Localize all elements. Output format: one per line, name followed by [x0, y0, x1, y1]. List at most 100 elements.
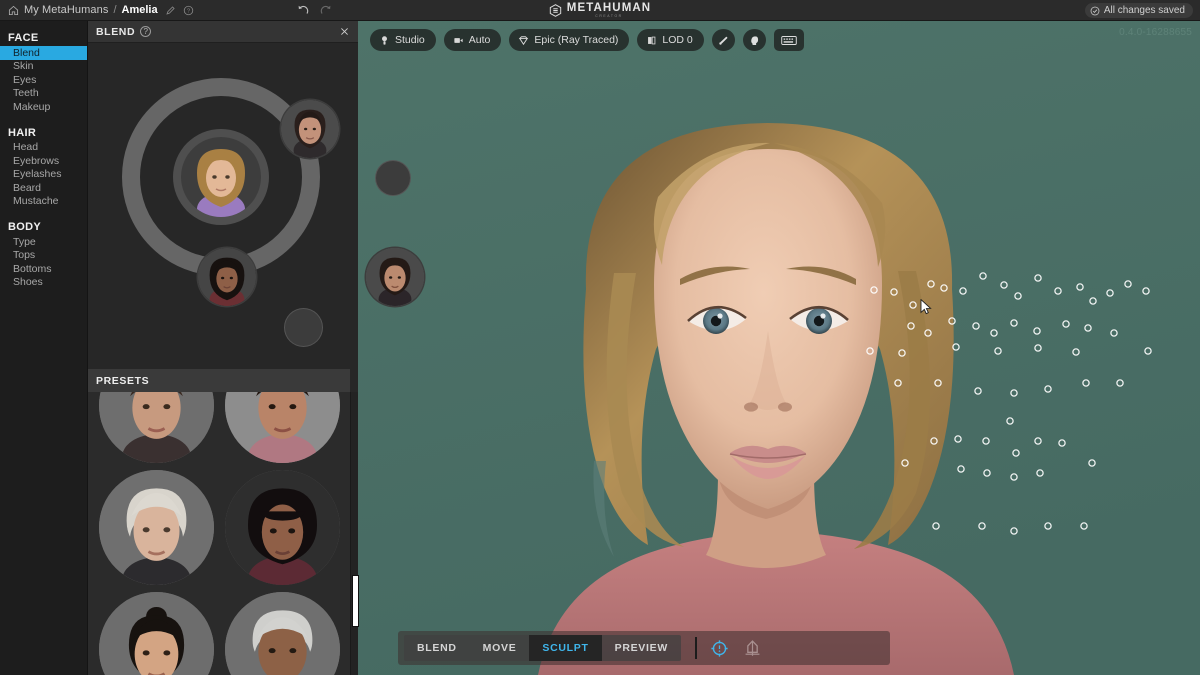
character-render: [358, 21, 1200, 675]
mode-toolbar: BLEND MOVE SCULPT PREVIEW: [398, 631, 890, 665]
blend-slot-upper-right-empty[interactable]: [376, 161, 410, 195]
save-status-text: All changes saved: [1103, 5, 1185, 16]
face-thumbnail-icon: [98, 591, 214, 675]
camera-mode-label: Auto: [468, 34, 491, 46]
lighting-preset-label: Studio: [395, 34, 425, 46]
blend-center-slot[interactable]: [173, 129, 269, 225]
blend-slot-top[interactable]: [281, 100, 339, 158]
blend-slot-bottom-empty[interactable]: [284, 309, 322, 346]
metahuman-creator-app: My MetaHumans / Amelia ? METAHUMAN CREAT…: [0, 0, 1200, 675]
hexagon-logo-icon: [549, 4, 561, 17]
sidebar-item-teeth[interactable]: Teeth: [0, 87, 87, 101]
check-circle-icon: [1090, 6, 1100, 15]
sidebar-item-mustache[interactable]: Mustache: [0, 195, 87, 209]
head-profile-icon: [751, 35, 758, 45]
preset-item[interactable]: [98, 466, 214, 588]
blend-slot-lower-right[interactable]: [366, 248, 424, 306]
quality-preset-label: Epic (Ray Traced): [534, 34, 619, 46]
sidebar-item-blend[interactable]: Blend: [0, 46, 87, 60]
blend-slot-thumbnail: [366, 248, 424, 306]
sidebar-group-hair: HAIR Head Eyebrows Eyelashes Beard Musta…: [0, 127, 87, 209]
face-thumbnail-icon: [198, 248, 256, 306]
home-icon[interactable]: [8, 5, 19, 16]
breadcrumb-root[interactable]: My MetaHumans: [24, 4, 108, 16]
lighting-preset-button[interactable]: Studio: [370, 29, 436, 51]
face-thumbnail-icon: [224, 392, 340, 463]
preset-thumbnail[interactable]: [98, 392, 214, 463]
sidebar-group-body: BODY Type Tops Bottoms Shoes: [0, 221, 87, 289]
tab-sculpt[interactable]: SCULPT: [529, 635, 602, 661]
tab-preview[interactable]: PREVIEW: [601, 635, 681, 661]
sidebar-item-head[interactable]: Head: [0, 141, 87, 155]
top-bar: My MetaHumans / Amelia ? METAHUMAN CREAT…: [0, 0, 1200, 21]
close-x-icon[interactable]: [339, 26, 350, 37]
sidebar-item-eyelashes[interactable]: Eyelashes: [0, 168, 87, 182]
preset-item[interactable]: [224, 466, 340, 588]
status-badge: All changes saved: [1084, 3, 1193, 18]
preset-thumbnail[interactable]: [224, 392, 340, 463]
symmetry-icon[interactable]: [743, 639, 762, 658]
preset-item[interactable]: [224, 588, 340, 675]
preset-thumbnail[interactable]: [224, 591, 340, 675]
presets-scrollbar-thumb[interactable]: [352, 575, 359, 627]
help-circle-icon[interactable]: ?: [140, 26, 152, 37]
3d-viewport[interactable]: 0.4.0-16288655 Studio Auto Epic (Ray Tra…: [358, 21, 1200, 675]
face-thumbnail-icon: [98, 392, 214, 463]
gizmo-target-icon[interactable]: [710, 639, 729, 658]
mode-tab-group: BLEND MOVE SCULPT PREVIEW: [404, 635, 681, 661]
quality-preset-button[interactable]: Epic (Ray Traced): [509, 29, 630, 51]
sidebar-item-tops[interactable]: Tops: [0, 249, 87, 263]
mouse-pointer: [920, 299, 932, 315]
sidebar: FACE Blend Skin Eyes Teeth Makeup HAIR H…: [0, 21, 88, 675]
presets-list[interactable]: [88, 392, 350, 675]
camera-icon: [454, 37, 463, 43]
preset-item[interactable]: [98, 392, 214, 466]
brush-tool-button[interactable]: [711, 29, 735, 51]
breadcrumb: My MetaHumans / Amelia ?: [0, 4, 194, 16]
presets-scrollbar-track[interactable]: [350, 392, 359, 675]
viewport-toolbar: Studio Auto Epic (Ray Traced) LOD 0: [370, 29, 804, 51]
head-view-button[interactable]: [742, 29, 766, 51]
keyboard-shortcuts-button[interactable]: [773, 29, 804, 51]
redo-arrow-icon[interactable]: [319, 3, 333, 17]
pencil-icon[interactable]: [165, 5, 176, 16]
lod-button[interactable]: LOD 0: [637, 29, 704, 51]
preset-thumbnail[interactable]: [224, 469, 340, 585]
diamond-icon: [519, 35, 529, 45]
sidebar-group-title: HAIR: [8, 126, 37, 139]
blend-wheel[interactable]: [88, 43, 424, 348]
undo-redo-group: [296, 3, 333, 17]
help-circle-icon[interactable]: ?: [183, 5, 194, 16]
blend-slot-thumbnail: [281, 100, 339, 158]
sidebar-item-eyebrows[interactable]: Eyebrows: [0, 154, 87, 168]
version-label: 0.4.0-16288655: [1119, 27, 1192, 38]
preset-thumbnail[interactable]: [98, 591, 214, 675]
undo-arrow-icon[interactable]: [296, 3, 310, 17]
face-thumbnail-icon: [181, 137, 261, 217]
sidebar-item-bottoms[interactable]: Bottoms: [0, 262, 87, 276]
sidebar-item-type[interactable]: Type: [0, 235, 87, 249]
logo-subtitle: CREATOR: [595, 14, 623, 19]
sidebar-item-makeup[interactable]: Makeup: [0, 100, 87, 114]
svg-text:?: ?: [186, 8, 189, 14]
sidebar-item-beard[interactable]: Beard: [0, 181, 87, 195]
sidebar-item-eyes[interactable]: Eyes: [0, 73, 87, 87]
current-blend-result-thumbnail: [181, 137, 261, 217]
sidebar-item-skin[interactable]: Skin: [0, 60, 87, 74]
lod-label: LOD 0: [662, 34, 693, 46]
preset-thumbnail[interactable]: [98, 469, 214, 585]
sidebar-item-shoes[interactable]: Shoes: [0, 276, 87, 290]
preset-item[interactable]: [224, 392, 340, 466]
face-thumbnail-icon: [224, 469, 340, 585]
layers-icon: [648, 36, 656, 44]
sidebar-group-title: BODY: [8, 221, 41, 233]
sidebar-group-face: FACE Blend Skin Eyes Teeth Makeup: [0, 32, 87, 114]
preset-item[interactable]: [98, 588, 214, 675]
face-thumbnail-icon: [98, 469, 214, 585]
blend-slot-lower-left[interactable]: [198, 248, 256, 306]
camera-mode-button[interactable]: Auto: [443, 29, 502, 51]
brush-icon: [719, 36, 728, 45]
tab-blend[interactable]: BLEND: [404, 635, 470, 661]
face-thumbnail-icon: [281, 100, 339, 158]
tab-move[interactable]: MOVE: [469, 635, 530, 661]
